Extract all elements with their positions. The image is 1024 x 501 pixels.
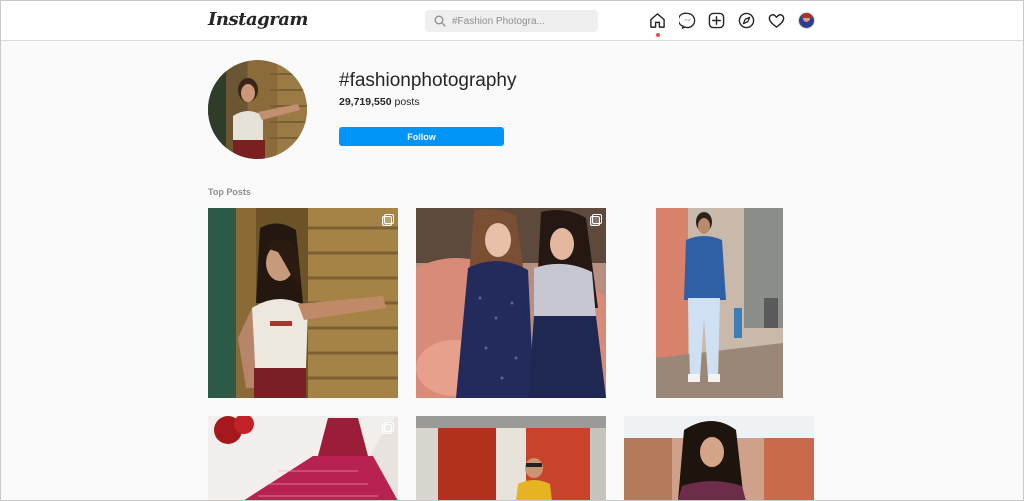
top-nav: Instagram: [0, 0, 1024, 41]
post-tile[interactable]: [208, 208, 398, 398]
activity-heart-icon[interactable]: [768, 12, 785, 29]
post-tile[interactable]: [624, 416, 814, 501]
multiple-photos-icon: [382, 214, 394, 226]
explore-icon[interactable]: [738, 12, 755, 29]
post-count-label: posts: [394, 96, 420, 108]
home-icon[interactable]: [649, 12, 666, 29]
post-tile[interactable]: [624, 208, 814, 398]
hashtag-cover-image: [208, 60, 307, 159]
messenger-icon[interactable]: [679, 12, 696, 29]
home-active-indicator: [656, 33, 660, 37]
instagram-logo[interactable]: Instagram: [208, 9, 308, 30]
follow-button[interactable]: Follow: [339, 127, 504, 146]
post-count: 29,719,550 posts: [339, 96, 420, 108]
top-posts-heading: Top Posts: [208, 187, 251, 197]
profile-avatar[interactable]: [798, 12, 815, 29]
search-icon: [434, 15, 446, 27]
post-tile[interactable]: [416, 208, 606, 398]
multiple-photos-icon: [382, 422, 394, 434]
search-input[interactable]: [452, 12, 592, 30]
post-count-value: 29,719,550: [339, 96, 392, 108]
search-box[interactable]: [425, 10, 598, 32]
new-post-icon[interactable]: [708, 12, 725, 29]
post-tile[interactable]: [208, 416, 398, 501]
hashtag-title: #fashionphotography: [339, 70, 517, 91]
multiple-photos-icon: [590, 214, 602, 226]
post-tile[interactable]: [416, 416, 606, 501]
